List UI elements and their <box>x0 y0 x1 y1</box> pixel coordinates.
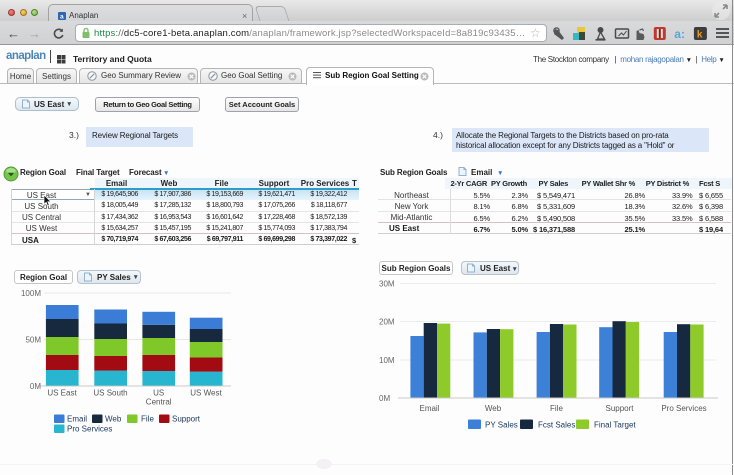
svg-text:Fcst Sales: Fcst Sales <box>538 421 575 430</box>
svg-text:Support: Support <box>172 415 201 424</box>
svg-text:Pro Services: Pro Services <box>661 404 706 413</box>
svg-text:US East: US East <box>47 389 77 398</box>
svg-text:a: a <box>60 13 64 20</box>
svg-text:a:: a: <box>674 27 685 41</box>
svg-text:File: File <box>550 404 563 413</box>
svg-text:100M: 100M <box>21 289 41 298</box>
svg-text:30M: 30M <box>379 280 395 289</box>
svg-text:50M: 50M <box>25 336 41 345</box>
svg-text:US: US <box>153 389 164 398</box>
svg-text:Final Target: Final Target <box>594 421 636 430</box>
svg-text:Web: Web <box>485 404 502 413</box>
svg-text:k: k <box>697 30 703 41</box>
svg-text:Pro Services: Pro Services <box>67 425 112 434</box>
svg-text:Web: Web <box>105 415 122 424</box>
svg-text:Central: Central <box>146 398 172 407</box>
svg-text:File: File <box>141 415 154 424</box>
svg-text:Email: Email <box>67 415 87 424</box>
svg-text:US West: US West <box>190 389 222 398</box>
svg-text:0M: 0M <box>379 394 390 403</box>
svg-text:Email: Email <box>419 404 439 413</box>
svg-text:Support: Support <box>605 404 634 413</box>
svg-text:20M: 20M <box>379 318 395 327</box>
svg-text:10M: 10M <box>379 356 395 365</box>
svg-text:PY Sales: PY Sales <box>485 421 518 430</box>
svg-text:US South: US South <box>93 389 127 398</box>
svg-text:0M: 0M <box>30 382 41 391</box>
